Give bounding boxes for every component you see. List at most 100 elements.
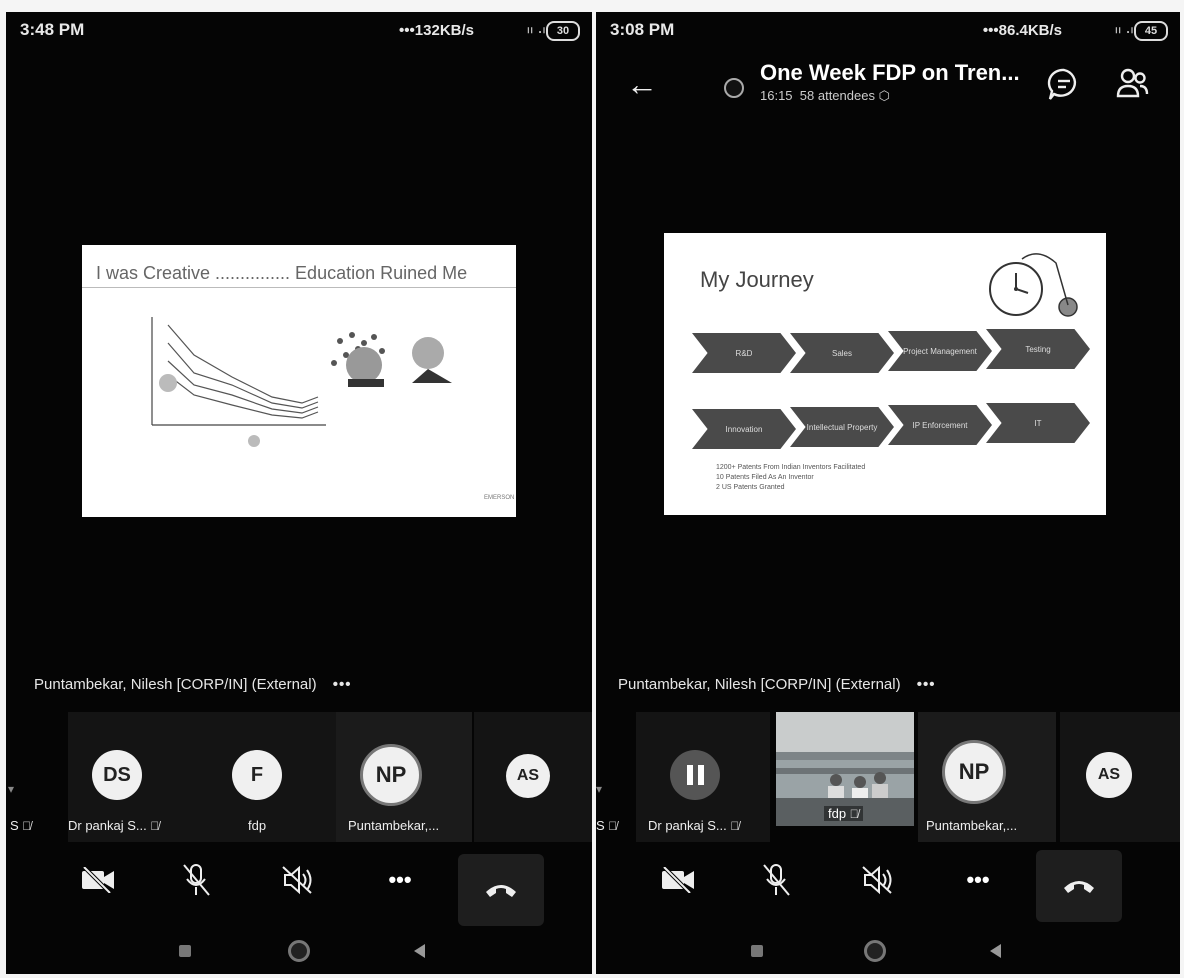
participants-strip: S 🎙̸ ▾ Dr pankaj S... 🎙̸ fdp 🎙̸ NP Punta… — [596, 712, 1180, 842]
participants-button[interactable] — [1112, 64, 1152, 104]
more-options-button[interactable]: ••• — [948, 852, 1008, 908]
meeting-subtitle: 16:15 58 attendees ⬡ — [760, 88, 890, 104]
call-controls: ••• — [596, 844, 1180, 924]
bullet-line: 2 US Patents Granted — [716, 484, 785, 491]
participant-tile-3[interactable]: NP Puntambekar,... — [336, 712, 472, 842]
camera-off-icon — [82, 867, 114, 893]
presenter-name: Puntambekar, Nilesh [CORP/IN] (External)… — [618, 676, 936, 693]
presenter-label: Puntambekar, Nilesh [CORP/IN] (External) — [618, 676, 901, 693]
participant-tile-1[interactable]: Dr pankaj S... 🎙̸ — [636, 712, 770, 842]
hang-up-icon — [486, 885, 516, 897]
status-time: 3:48 PM — [20, 20, 85, 39]
signal-icon: ₗₗ .ₗ — [1115, 21, 1134, 36]
left-phone-screen: 3:48 PM •••132KB/s ₗₗ .ₗ 30 I was Creati… — [6, 12, 592, 974]
system-nav-bar — [596, 924, 1180, 974]
scroll-left-indicator[interactable]: ▾ — [596, 782, 602, 796]
journey-step-intellectual-property: Intellectual Property — [790, 407, 894, 447]
stage: 3:48 PM •••132KB/s ₗₗ .ₗ 30 I was Creati… — [0, 0, 1184, 978]
shared-slide: I was Creative ............... Education… — [82, 245, 516, 517]
circle-icon — [288, 940, 310, 962]
participant-tile-4[interactable]: AS — [1060, 712, 1180, 842]
participant-name-text: fdp — [828, 806, 847, 821]
participant-name: fdp 🎙̸ — [824, 806, 863, 821]
mic-off-icon: 🎙̸ — [22, 819, 32, 833]
presenter-label: Puntambekar, Nilesh [CORP/IN] (External) — [34, 676, 317, 693]
participant-tile-2[interactable]: F fdp — [202, 712, 336, 842]
penny-farthing-clock-graphic — [989, 253, 1078, 317]
meeting-duration: 16:15 — [760, 88, 793, 103]
hang-up-icon — [1064, 881, 1094, 893]
presenter-more-button[interactable]: ••• — [333, 676, 352, 693]
battery-icon: 45 — [1134, 21, 1168, 41]
speaker-off-icon — [282, 865, 312, 895]
mic-toggle-button[interactable] — [166, 852, 226, 908]
camera-off-icon — [662, 867, 694, 893]
participant-tile-2-video[interactable]: fdp 🎙̸ — [776, 712, 914, 826]
back-nav-button[interactable] — [980, 936, 1010, 966]
journey-step-testing: Testing — [986, 329, 1090, 369]
end-call-button[interactable] — [458, 854, 544, 926]
journey-step-innovation: Innovation — [692, 409, 796, 449]
circle-icon — [864, 940, 886, 962]
right-phone-screen: 3:08 PM •••86.4KB/s ₗₗ .ₗ 45 ← One Week … — [596, 12, 1180, 974]
end-call-button[interactable] — [1036, 850, 1122, 922]
camera-toggle-button[interactable] — [648, 852, 708, 908]
square-icon — [751, 945, 763, 957]
more-options-button[interactable]: ••• — [370, 852, 430, 908]
triangle-back-icon — [989, 944, 1001, 958]
meeting-title: One Week FDP on Tren... — [760, 60, 1020, 85]
avatar: F — [232, 750, 282, 800]
avatar: NP — [942, 740, 1006, 804]
journey-step-it: IT — [986, 403, 1090, 443]
participant-tile-4[interactable]: AS — [474, 712, 592, 842]
avatar: AS — [1086, 752, 1132, 798]
participant-name: fdp — [248, 818, 267, 833]
network-speed: •••132KB/s — [399, 22, 474, 39]
participant-name-text: Dr pankaj S... — [648, 818, 727, 833]
journey-step-ip-enforcement: IP Enforcement — [888, 405, 992, 445]
presenter-more-button[interactable]: ••• — [917, 676, 936, 693]
participant-name: Puntambekar,... — [348, 818, 440, 833]
recents-button[interactable] — [170, 936, 200, 966]
participants-strip: S 🎙̸ ▾ DS Dr pankaj S... 🎙̸ F fdp NP Pun… — [6, 712, 592, 842]
back-arrow-button[interactable]: ← — [626, 66, 658, 103]
edge-participant-label: S 🎙̸ — [10, 818, 31, 833]
back-nav-button[interactable] — [404, 936, 434, 966]
slide-title: My Journey — [700, 267, 814, 292]
status-time: 3:08 PM — [610, 20, 675, 39]
recents-button[interactable] — [742, 936, 772, 966]
speaker-toggle-button[interactable] — [268, 852, 328, 908]
attendee-count: 58 attendees — [799, 88, 875, 103]
signal-icon: ₗₗ .ₗ — [527, 21, 546, 36]
pause-icon — [686, 765, 704, 785]
edge-participant-name: S — [10, 818, 19, 833]
mic-off-icon — [183, 864, 210, 896]
mic-toggle-button[interactable] — [746, 852, 806, 908]
avatar — [670, 750, 720, 800]
system-nav-bar — [6, 924, 592, 974]
avatar: AS — [506, 754, 550, 798]
mic-off-icon: 🎙̸ — [849, 807, 859, 821]
slide-chart-graphic: EMERSON — [151, 317, 514, 501]
meeting-header: ← One Week FDP on Tren... 16:15 58 atten… — [596, 56, 1180, 120]
participant-tile-3[interactable]: NP Puntambekar,... — [918, 712, 1056, 842]
mic-off-icon: 🎙̸ — [730, 819, 740, 833]
speaker-toggle-button[interactable] — [848, 852, 908, 908]
network-speed: •••86.4KB/s — [982, 22, 1062, 39]
edge-participant-name: S — [596, 818, 605, 833]
recording-indicator-icon — [724, 78, 744, 98]
speaker-off-icon — [862, 865, 892, 895]
camera-toggle-button[interactable] — [68, 852, 128, 908]
participant-name-text: Dr pankaj S... — [68, 818, 147, 833]
shield-icon: ⬡ — [878, 88, 890, 103]
triangle-back-icon — [413, 944, 425, 958]
bullet-line: 1200+ Patents From Indian Inventors Faci… — [716, 464, 866, 471]
status-bar: 3:48 PM •••132KB/s ₗₗ .ₗ 30 — [6, 12, 592, 52]
participant-tile-1[interactable]: DS Dr pankaj S... 🎙̸ — [68, 712, 202, 842]
scroll-left-indicator[interactable]: ▾ — [8, 782, 14, 796]
home-button[interactable] — [284, 936, 314, 966]
bullet-line: 10 Patents Filed As An Inventor — [716, 474, 814, 481]
chat-button[interactable] — [1044, 64, 1084, 104]
participant-name: Puntambekar,... — [926, 818, 1018, 833]
home-button[interactable] — [860, 936, 890, 966]
